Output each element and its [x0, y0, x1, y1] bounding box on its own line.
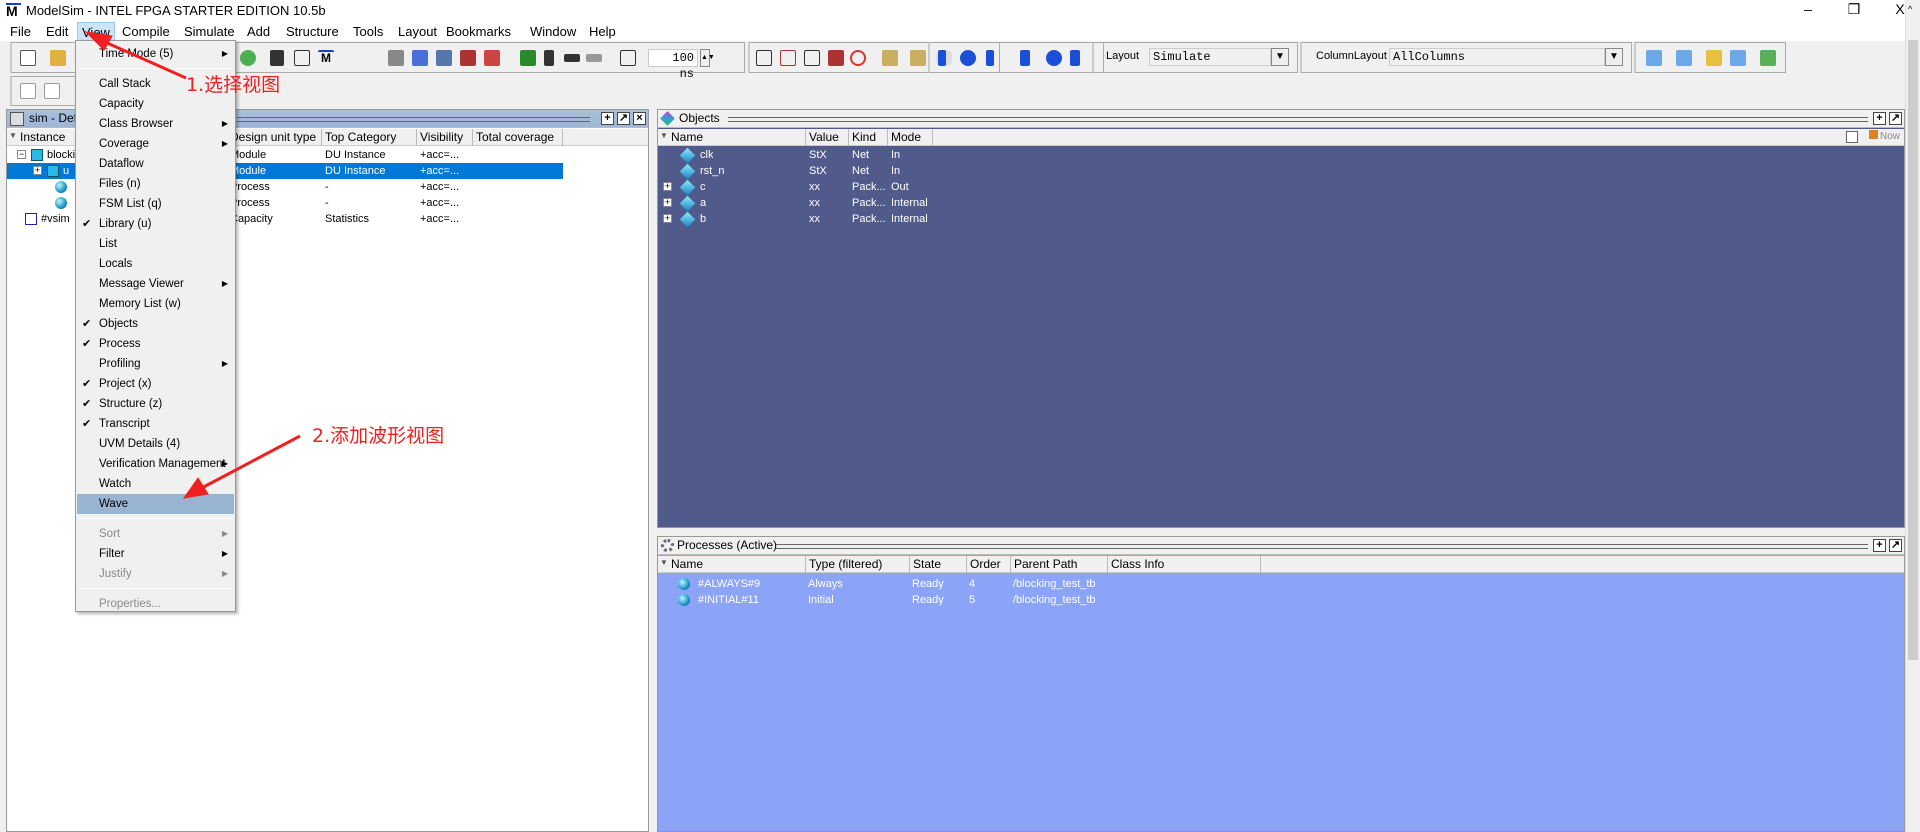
arrow-1-line: [95, 36, 187, 80]
arrow-2-head: [182, 477, 209, 499]
annotation-step-2: 2.添加波形视图: [312, 425, 445, 447]
annotation-step-1: 1.选择视图: [186, 74, 281, 96]
arrow-1-head: [84, 31, 113, 51]
arrow-2-line: [195, 434, 301, 493]
annotation-arrows: [84, 31, 301, 499]
